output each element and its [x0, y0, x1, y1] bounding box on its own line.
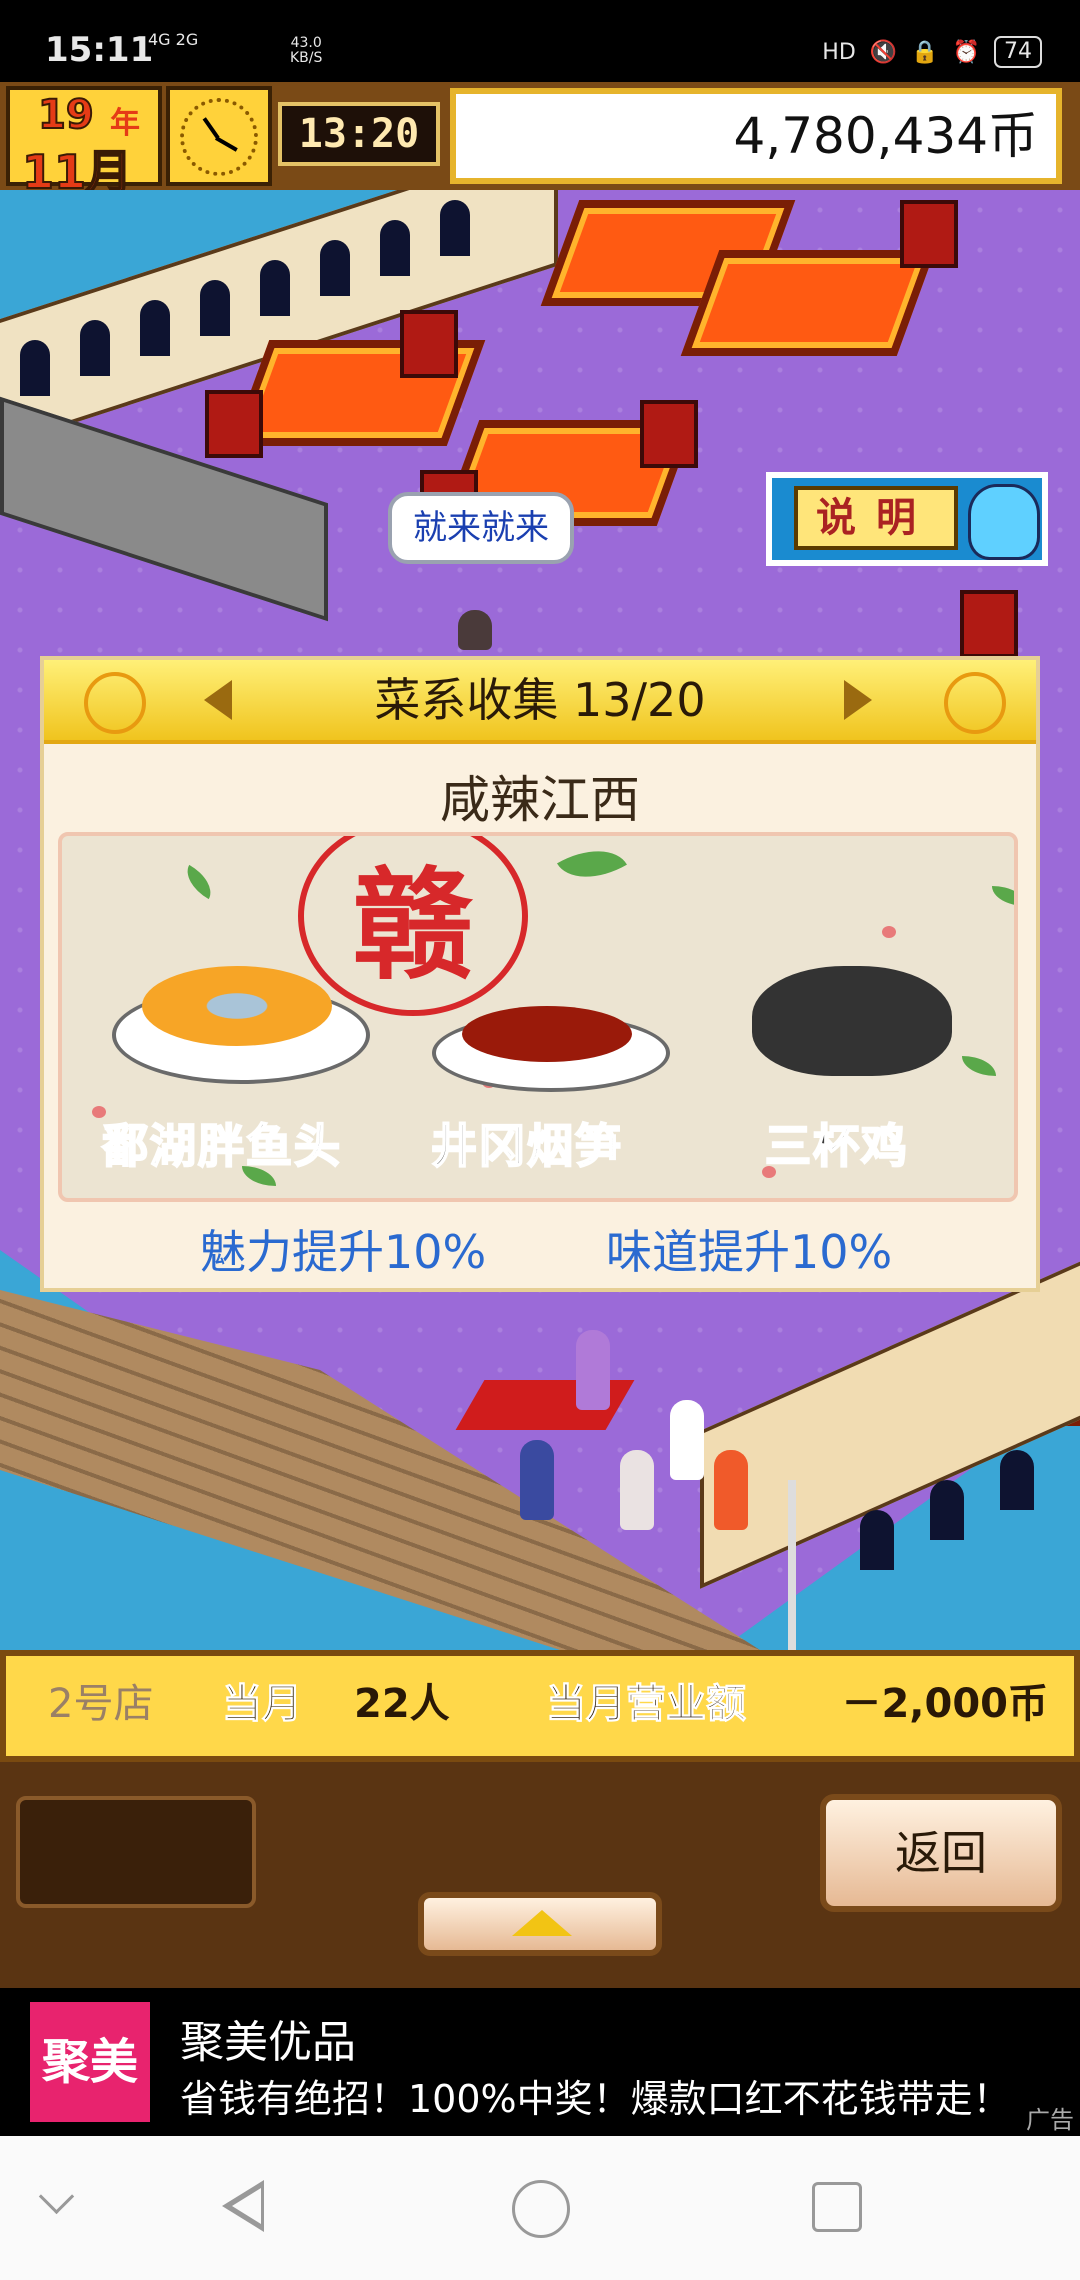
speed-unit: KB/S [290, 50, 323, 66]
chair [900, 200, 958, 268]
status-time: 15:11 [45, 30, 154, 70]
charm-bonus: 魅力提升10% [200, 1225, 487, 1279]
speed-value: 43.0 [290, 35, 322, 51]
customer-count: 22人 [354, 1681, 450, 1727]
clock-icon [166, 86, 272, 186]
window-arch [260, 260, 290, 316]
petal-decoration-icon [882, 926, 896, 938]
collapse-chevron-icon[interactable] [38, 2178, 75, 2215]
nav-back-icon-inner [232, 2188, 261, 2224]
chair [960, 590, 1018, 658]
customer[interactable] [620, 1450, 654, 1530]
money-display: 4,780,434币 [450, 88, 1062, 184]
window-arch [20, 340, 50, 396]
dialog-title: 菜系收集 13/20 [374, 673, 706, 727]
window-arch [440, 200, 470, 256]
help-label: 说明 [794, 486, 958, 550]
chair [205, 390, 263, 458]
mute-icon: 🔇 [869, 39, 898, 65]
ad-logo[interactable]: 聚美 [30, 2002, 150, 2122]
window-arch [930, 1480, 964, 1540]
window-arch [200, 280, 230, 336]
chair [400, 310, 458, 378]
revenue-value: －2,000币 [841, 1681, 1048, 1727]
bamboo-shoot-dish-icon [462, 1006, 632, 1062]
window-arch [320, 240, 350, 296]
ad-logo-text: 聚美 [41, 2034, 138, 2090]
alarm-icon: ⏰ [952, 39, 980, 65]
lamp-post [788, 1480, 796, 1650]
bottom-controls: 返回 [0, 1762, 1080, 1988]
customer[interactable] [714, 1450, 748, 1530]
window-arch [80, 320, 110, 376]
locked-dish-silhouette-icon[interactable] [752, 966, 952, 1076]
window-arch [380, 220, 410, 276]
nav-home-icon[interactable] [512, 2180, 570, 2238]
store-number: 2号店 [48, 1681, 154, 1727]
back-button-label: 返回 [895, 1826, 987, 1880]
dish-panel: 赣 鄱湖胖鱼头 井冈烟笋 三杯鸡 [58, 832, 1018, 1202]
fish-head-dish-icon [142, 966, 332, 1046]
menu-slot[interactable] [16, 1796, 256, 1908]
money-value: 4,780,434币 [733, 107, 1038, 165]
store-info-bar: 2号店 当月 22人 当月营业额 －2,000币 [0, 1650, 1080, 1762]
top-hud: 19 年 11月 13:20 4,780,434币 [0, 82, 1080, 200]
lock-icon: 🔒 [911, 39, 939, 65]
chair [640, 400, 698, 468]
dish-name: 三杯鸡 [764, 1118, 909, 1174]
leaf-decoration-icon [962, 1056, 996, 1076]
dish-name: 鄱湖胖鱼头 [101, 1118, 342, 1174]
leaf-decoration-icon [557, 836, 627, 895]
battery-indicator: 74 [994, 36, 1042, 68]
navigation-bar [0, 2136, 1080, 2280]
network-indicator: 4G 2G [148, 30, 199, 49]
status-icons: HD 🔇 🔒 ⏰ 74 [822, 36, 1042, 68]
speech-bubble: 就来就来 [388, 492, 574, 564]
help-button[interactable]: 说明 [766, 472, 1048, 566]
window-arch [140, 300, 170, 356]
ad-title: 聚美优品 [180, 2017, 356, 2068]
game-time: 13:20 [278, 102, 440, 166]
taste-bonus: 味道提升10% [606, 1225, 893, 1279]
speech-bubble-text: 就来就来 [413, 508, 549, 548]
dining-table[interactable] [680, 250, 936, 356]
mascot-icon [968, 484, 1040, 560]
customer[interactable] [576, 1330, 610, 1410]
leaf-decoration-icon [992, 886, 1014, 906]
up-arrow-icon [512, 1910, 572, 1936]
year-number: 19 [37, 91, 95, 139]
window-arch [860, 1510, 894, 1570]
customer[interactable] [520, 1440, 554, 1520]
ad-tag: 广告 [1026, 2106, 1074, 2134]
customer[interactable] [458, 610, 492, 650]
ad-banner[interactable]: 聚美 聚美优品 省钱有绝招！100%中奖！爆款口红不花钱带走！ 广告 [0, 1988, 1080, 2136]
ad-description: 省钱有绝招！100%中奖！爆款口红不花钱带走！ [180, 2077, 1011, 2121]
game-time-value: 13:20 [298, 111, 420, 157]
chef[interactable] [670, 1400, 704, 1480]
nav-recents-icon[interactable] [812, 2182, 862, 2232]
province-stamp: 赣 [298, 836, 528, 1016]
revenue-label: 当月营业额 [546, 1681, 747, 1728]
network-speed: 43.0 KB/S [290, 36, 322, 66]
date-display: 19 年 11月 [6, 86, 162, 200]
dish-name: 井冈烟笋 [430, 1118, 623, 1174]
hd-icon: HD [822, 39, 856, 65]
window-arch [1000, 1450, 1034, 1510]
cuisine-name: 咸辣江西 [440, 771, 640, 829]
dialog-header: 菜系收集 13/20 [44, 660, 1036, 744]
status-bar: 15:11 4G 2G 43.0 KB/S HD 🔇 🔒 ⏰ 74 [0, 0, 1080, 82]
cuisine-collection-dialog: 菜系收集 13/20 咸辣江西 赣 鄱湖胖鱼头 井冈烟笋 三杯鸡 魅力提升10%… [40, 656, 1040, 1292]
expand-button[interactable] [418, 1892, 662, 1956]
back-button[interactable]: 返回 [820, 1794, 1062, 1912]
month-label: 当月 [222, 1681, 303, 1728]
leaf-decoration-icon [179, 864, 219, 900]
